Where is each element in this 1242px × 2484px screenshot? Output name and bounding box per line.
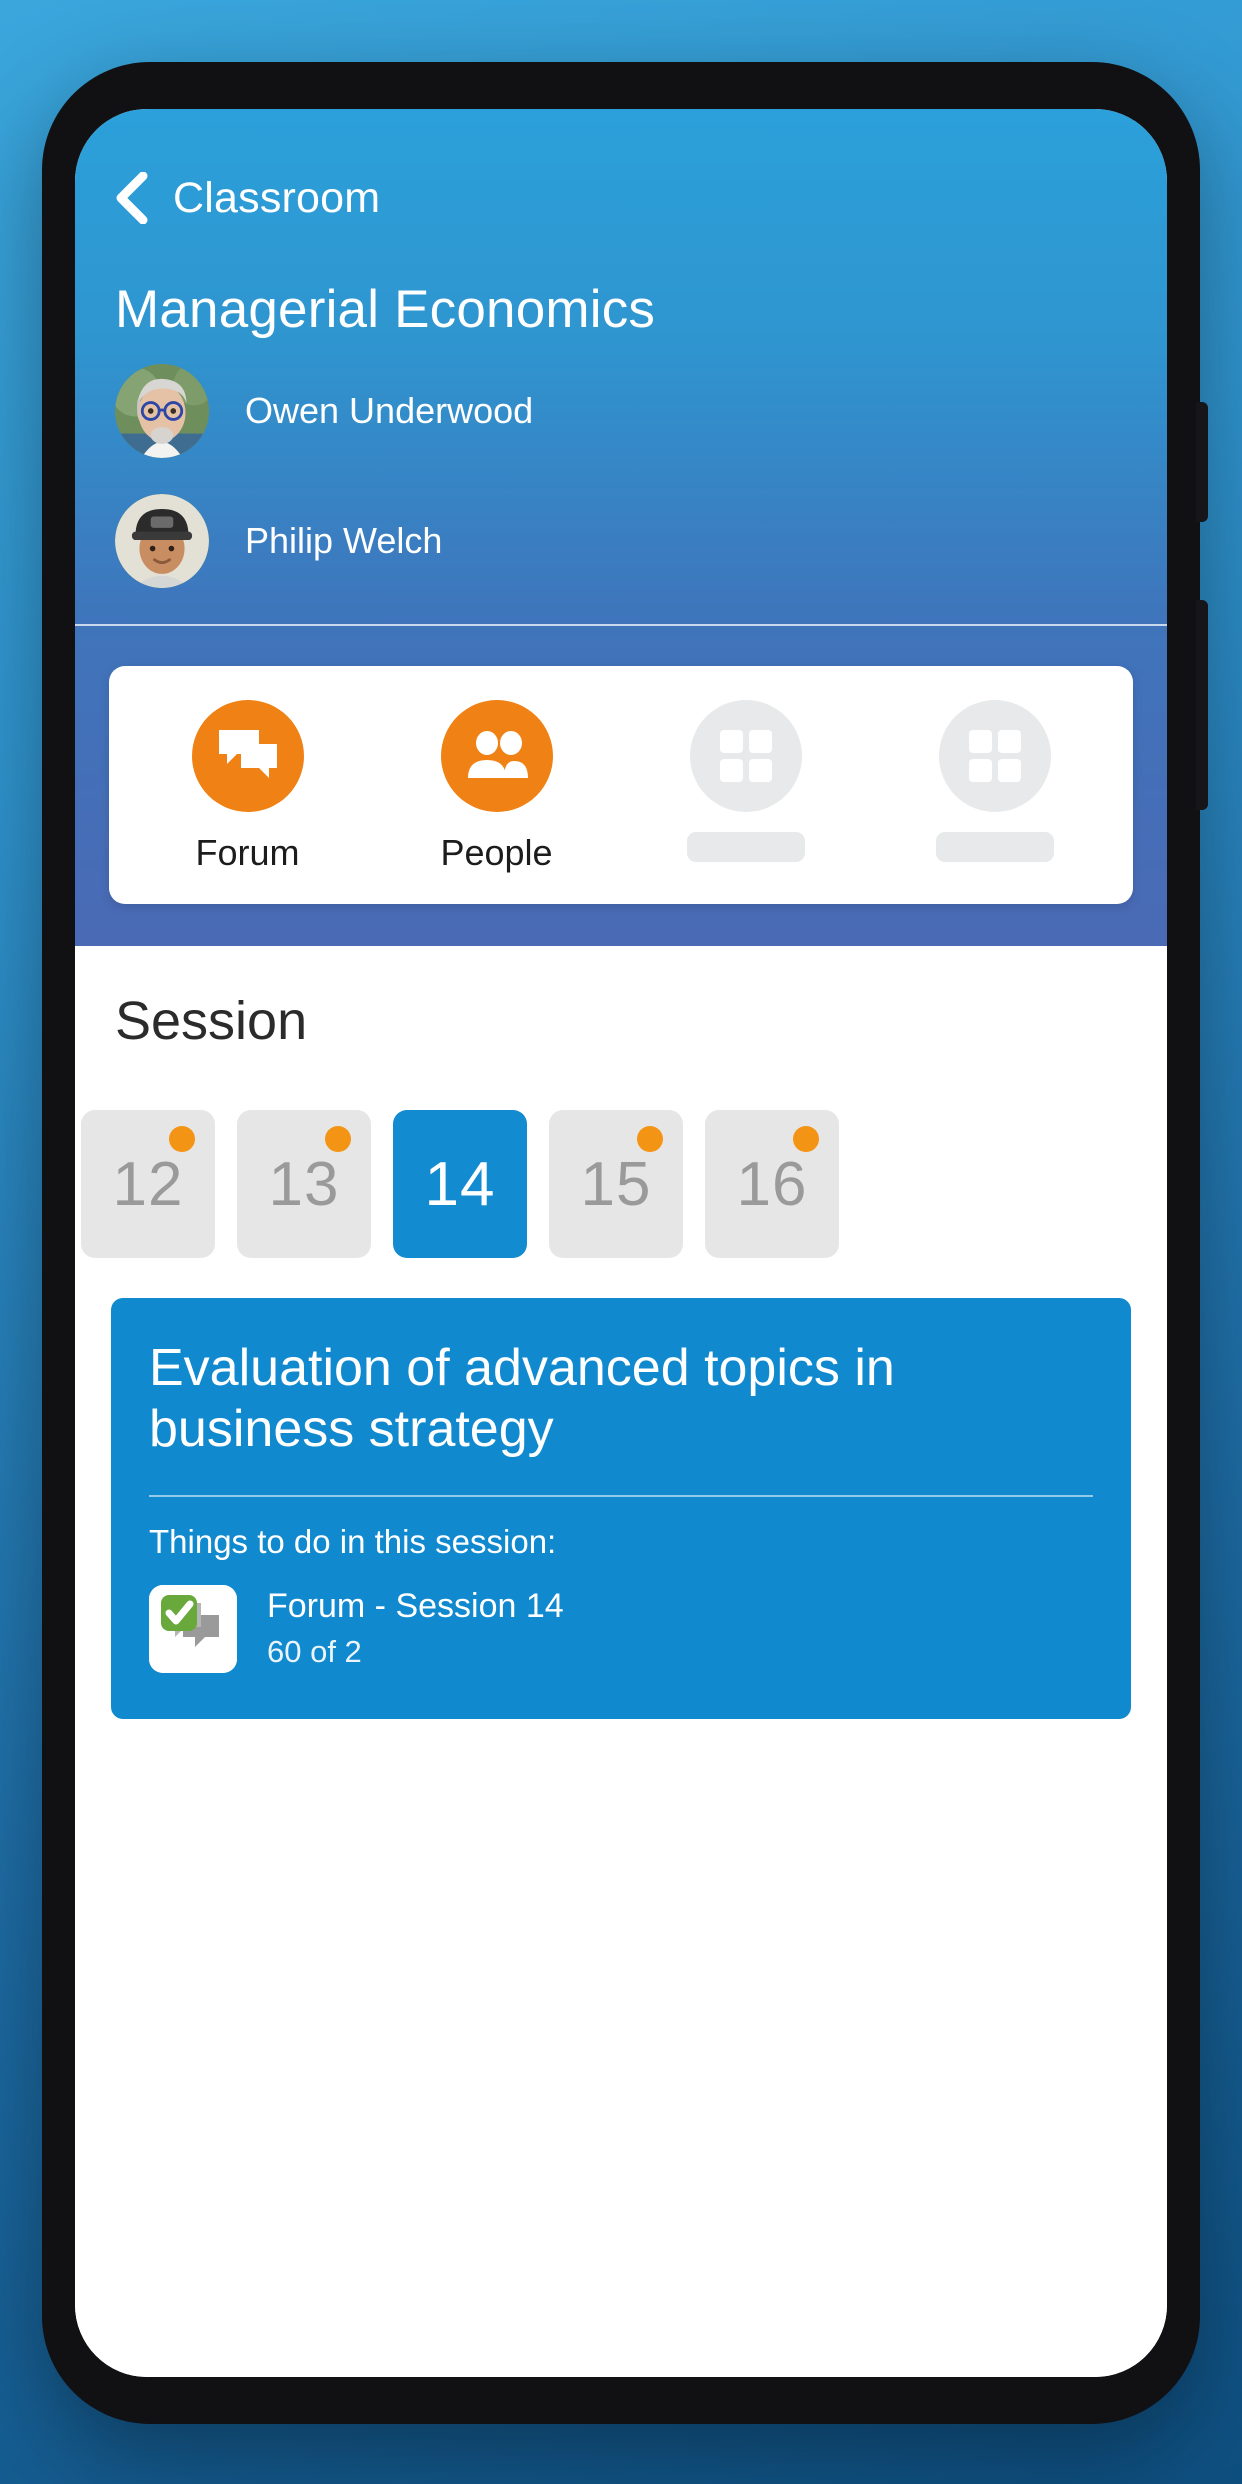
- teacher-name: Owen Underwood: [245, 390, 534, 431]
- phone-volume-button[interactable]: [1196, 600, 1208, 810]
- tab-label: Forum: [195, 832, 300, 873]
- back-navigation-bar[interactable]: Classroom: [75, 155, 1167, 241]
- course-header: Classroom Managerial Economics Owen Unde…: [75, 109, 1167, 626]
- day-number: 16: [736, 1149, 808, 1219]
- day-number: 12: [112, 1149, 184, 1219]
- teacher-row[interactable]: Owen Underwood: [75, 346, 1167, 476]
- avatar-owen-underwood: [115, 364, 209, 458]
- desktop-backdrop: Classroom Managerial Economics Owen Unde…: [0, 0, 1242, 2484]
- phone-screen: Classroom Managerial Economics Owen Unde…: [75, 109, 1167, 2377]
- phone-device-frame: Classroom Managerial Economics Owen Unde…: [42, 62, 1208, 2424]
- card-divider: [149, 1494, 1093, 1497]
- page-title: Managerial Economics: [115, 280, 656, 339]
- day-number: 14: [424, 1149, 496, 1219]
- day-number: 13: [268, 1149, 340, 1219]
- tab-people[interactable]: People: [417, 700, 577, 874]
- module-tabs-card: Forum People: [109, 666, 1133, 904]
- tab-placeholder-2[interactable]: [915, 700, 1075, 862]
- list-item[interactable]: Forum - Session 14 60 of 2: [149, 1584, 1093, 1673]
- tab-placeholder-1[interactable]: [666, 700, 826, 862]
- day-tile-12[interactable]: 12: [81, 1110, 215, 1258]
- session-title: Evaluation of advanced topics in busines…: [149, 1339, 895, 1459]
- module-tabs-section: Forum People: [75, 626, 1167, 946]
- grid-placeholder-icon: [689, 700, 802, 812]
- status-badge: [325, 1126, 351, 1152]
- tab-forum[interactable]: Forum: [168, 700, 328, 874]
- avatar: [115, 494, 209, 588]
- tab-label: People: [440, 832, 553, 873]
- avatar-philip-welch: [115, 494, 209, 588]
- people-icon[interactable]: [440, 700, 553, 812]
- teacher-name: Philip Welch: [245, 520, 443, 561]
- header-divider: [75, 624, 1167, 626]
- chevron-left-icon[interactable]: [111, 172, 151, 224]
- day-tile-13[interactable]: 13: [237, 1110, 371, 1258]
- session-day-selector[interactable]: 12 13 14 15 16: [75, 1052, 1167, 1258]
- forum-icon[interactable]: [191, 700, 304, 812]
- status-badge: [793, 1126, 819, 1152]
- day-tile-15[interactable]: 15: [549, 1110, 683, 1258]
- phone-power-button[interactable]: [1196, 402, 1208, 522]
- teacher-row[interactable]: Philip Welch: [75, 476, 1167, 606]
- back-label[interactable]: Classroom: [173, 174, 380, 223]
- session-heading: Session: [115, 991, 308, 1051]
- forum-activity-icon: [149, 1584, 237, 1673]
- tab-label-skeleton: [686, 832, 805, 862]
- grid-placeholder-icon: [938, 700, 1051, 812]
- tab-label-skeleton: [935, 832, 1054, 862]
- list-item-title: Forum - Session 14: [267, 1587, 564, 1626]
- day-tile-16[interactable]: 16: [705, 1110, 839, 1258]
- day-tile-14[interactable]: 14: [393, 1110, 527, 1258]
- day-number: 15: [580, 1149, 652, 1219]
- session-detail-card[interactable]: Evaluation of advanced topics in busines…: [111, 1298, 1131, 1719]
- status-badge: [169, 1126, 195, 1152]
- status-badge: [637, 1126, 663, 1152]
- avatar: [115, 364, 209, 458]
- list-item-subtitle: 60 of 2: [267, 1634, 362, 1670]
- todo-label: Things to do in this session:: [149, 1522, 557, 1560]
- session-panel: Session 12 13 14 15 16 Evaluation of adv…: [75, 946, 1167, 2377]
